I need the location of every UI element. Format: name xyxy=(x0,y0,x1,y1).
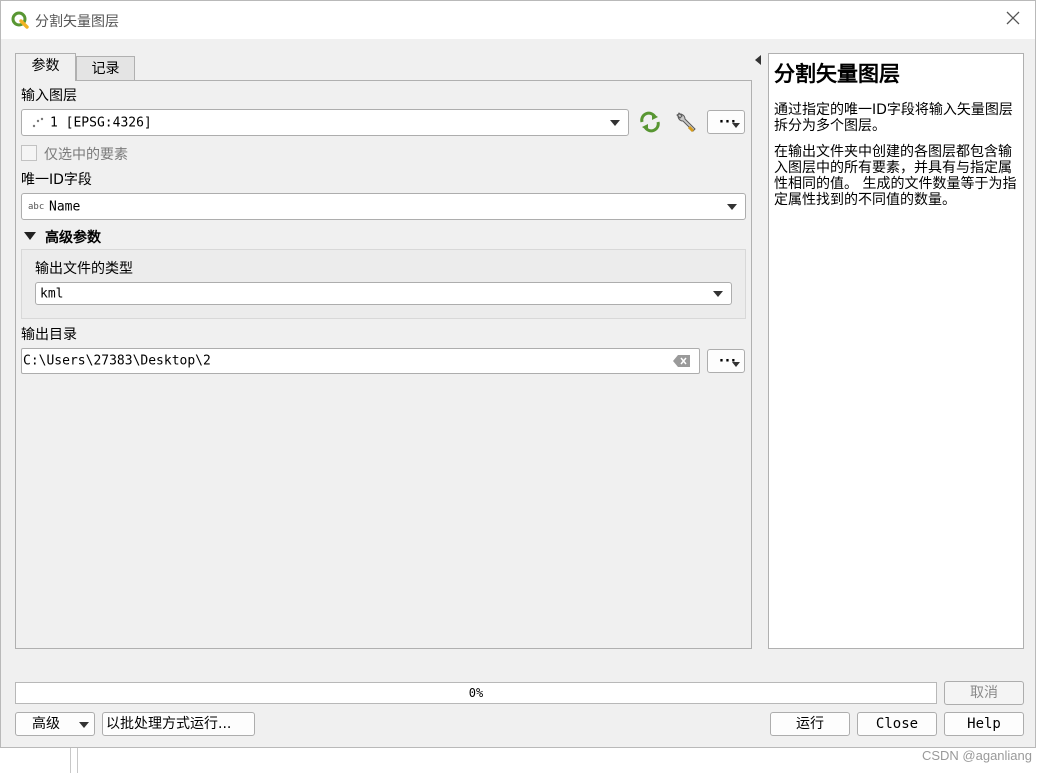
help-button[interactable]: Help xyxy=(944,712,1024,736)
window-title: 分割矢量图层 xyxy=(35,14,119,30)
tab-parameters[interactable]: 参数 xyxy=(15,53,76,81)
output-file-type-value: kml xyxy=(40,286,64,301)
selected-only-label: 仅选中的要素 xyxy=(44,147,128,163)
close-button[interactable]: Close xyxy=(857,712,937,736)
chevron-down-icon xyxy=(727,203,737,210)
text-field-type-icon: abc xyxy=(28,201,45,212)
collapse-triangle-icon[interactable] xyxy=(24,232,36,240)
progress-text: 0% xyxy=(468,686,484,700)
title-bar: 分割矢量图层 xyxy=(1,1,1035,39)
iterate-icon[interactable] xyxy=(638,111,662,133)
help-panel: 分割矢量图层 通过指定的唯一ID字段将输入矢量图层拆分为多个图层。 在输出文件夹… xyxy=(768,53,1024,649)
qgis-logo-icon xyxy=(11,11,29,29)
help-paragraph-1: 通过指定的唯一ID字段将输入矢量图层拆分为多个图层。 xyxy=(774,102,1013,134)
advanced-dropdown-button[interactable]: 高级 xyxy=(15,712,95,736)
run-button[interactable]: 运行 xyxy=(770,712,850,736)
unique-id-value: Name xyxy=(49,199,81,214)
run-as-batch-button[interactable]: 以批处理方式运行... xyxy=(102,712,255,736)
input-layer-value: 1 [EPSG:4326] xyxy=(50,115,152,130)
cancel-button[interactable]: 取消 xyxy=(944,681,1024,705)
output-file-type-label: 输出文件的类型 xyxy=(35,261,133,277)
chevron-down-icon xyxy=(79,722,89,728)
split-vector-layer-dialog: 分割矢量图层 记录 参数 输入图层 1 [EPSG:4326] ··· 仅选中的… xyxy=(0,0,1036,748)
clear-text-icon[interactable] xyxy=(673,355,691,367)
input-layer-options-button[interactable]: ··· xyxy=(707,110,745,134)
progress-bar: 0% xyxy=(15,682,937,704)
output-directory-browse-button[interactable]: ··· xyxy=(707,349,745,373)
chevron-down-icon xyxy=(610,119,620,126)
wrench-icon[interactable] xyxy=(674,110,698,134)
output-directory-value: C:\Users\27383\Desktop\2 xyxy=(23,353,211,369)
output-directory-input[interactable]: C:\Users\27383\Desktop\2 xyxy=(21,348,700,374)
chevron-down-icon xyxy=(713,290,723,297)
background-window-edge xyxy=(70,748,1046,773)
output-file-type-combo[interactable]: kml xyxy=(35,282,732,305)
collapse-help-arrow-icon[interactable] xyxy=(755,55,761,65)
watermark: CSDN @aganliang xyxy=(921,748,1032,763)
close-icon[interactable] xyxy=(1003,9,1023,29)
tab-log[interactable]: 记录 xyxy=(76,56,135,82)
input-layer-combo[interactable]: 1 [EPSG:4326] xyxy=(21,109,629,136)
input-layer-label: 输入图层 xyxy=(21,88,77,104)
point-layer-icon xyxy=(32,117,44,128)
help-title: 分割矢量图层 xyxy=(774,61,900,86)
unique-id-label: 唯一ID字段 xyxy=(21,172,92,188)
unique-id-field-combo[interactable]: abc Name xyxy=(21,193,746,220)
advanced-parameters-toggle[interactable]: 高级参数 xyxy=(45,227,101,247)
output-directory-label: 输出目录 xyxy=(21,327,77,343)
help-paragraph-2: 在输出文件夹中创建的各图层都包含输入图层中的所有要素，并具有与指定属性相同的值。… xyxy=(774,144,1017,208)
selected-only-checkbox[interactable] xyxy=(21,145,37,161)
